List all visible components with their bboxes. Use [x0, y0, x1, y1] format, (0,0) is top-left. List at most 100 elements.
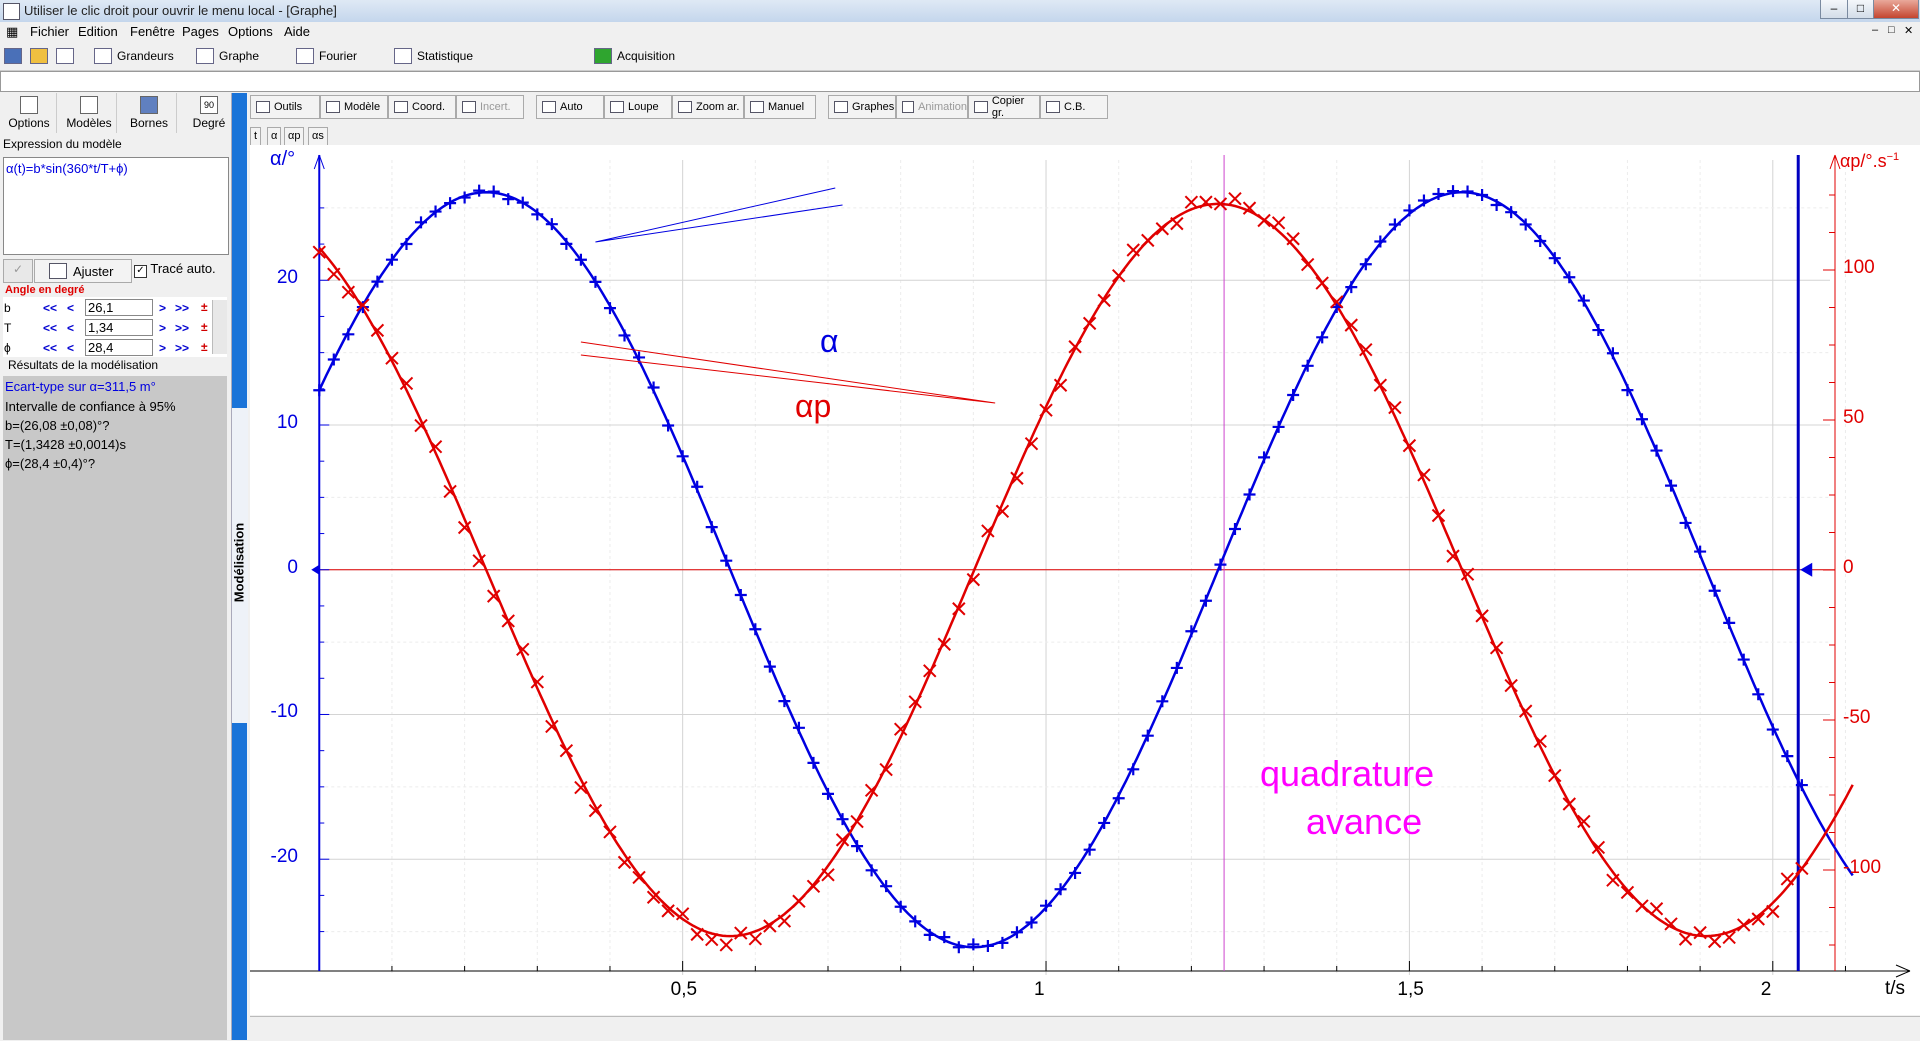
curve-tab-alphas[interactable]: αs	[308, 127, 328, 147]
close-button[interactable]: ✕	[1873, 0, 1919, 19]
mdi-close-button[interactable]: ✕	[1904, 24, 1913, 37]
graph-tool-manuel-button[interactable]: Manuel	[744, 95, 816, 119]
ajuster-button[interactable]: Ajuster	[34, 259, 132, 283]
title-bar: Utiliser le clic droit pour ouvrir le me…	[0, 0, 1920, 23]
tool-icon	[610, 101, 624, 113]
angle-unit-label: Angle en degré	[5, 284, 85, 296]
right-axis-tick-label: -50	[1843, 707, 1871, 728]
menu-fenetre[interactable]: Fenêtre	[130, 24, 175, 39]
param-pm-button[interactable]: ±	[201, 300, 208, 314]
param-first-button[interactable]: <<	[43, 321, 57, 335]
param-value-field[interactable]: 26,1	[85, 299, 153, 316]
left-axis-tick-label: 10	[276, 412, 298, 433]
menu-app-icon[interactable]: ▦	[6, 24, 18, 40]
graph-tool-animation-button[interactable]: Animation	[896, 95, 968, 119]
statistique-label: Statistique	[417, 49, 474, 63]
x-axis-tick-label: 2	[1760, 979, 1772, 1000]
window-title: Utiliser le clic droit pour ouvrir le me…	[24, 3, 337, 18]
command-input[interactable]	[0, 71, 1920, 92]
graph-tool-auto-button[interactable]: Auto	[536, 95, 604, 119]
menu-fichier[interactable]: Fichier	[30, 24, 69, 39]
grandeurs-button[interactable]: Grandeurs	[94, 45, 174, 67]
x-axis-tick-label: 0,5	[670, 979, 698, 1000]
tool-icon	[542, 101, 556, 113]
param-pm-button[interactable]: ±	[201, 340, 208, 354]
param-prev-button[interactable]: <	[67, 341, 74, 355]
expression-box[interactable]: α(t)=b*sin(360*t/T+ϕ)	[3, 157, 229, 255]
curve-tab-alpha[interactable]: α	[267, 127, 282, 147]
swap-button[interactable]	[56, 45, 79, 67]
mdi-minimize-button[interactable]: –	[1872, 24, 1878, 36]
trace-auto-checkbox[interactable]: ✓ Tracé auto.	[134, 261, 216, 278]
minimize-button[interactable]: –	[1820, 0, 1848, 19]
tool-icon	[462, 101, 476, 113]
graph-tool-incert-button[interactable]: Incert.	[456, 95, 524, 119]
degre-button[interactable]: 90 Degré	[182, 93, 236, 133]
checkmark-icon: ✓	[13, 262, 24, 276]
param-prev-button[interactable]: <	[67, 301, 74, 315]
left-axis-tick-label: 0	[287, 556, 298, 578]
param-next-button[interactable]: >	[159, 301, 166, 315]
x-axis-title: t/s	[1885, 978, 1906, 999]
open-button[interactable]	[30, 45, 53, 67]
param-prev-button[interactable]: <	[67, 321, 74, 335]
annotation-avance: avance	[1306, 801, 1423, 842]
param-last-button[interactable]: >>	[175, 321, 189, 335]
param-value-field[interactable]: 28,4	[85, 339, 153, 356]
param-last-button[interactable]: >>	[175, 301, 189, 315]
right-axis-title-exp: −1	[1886, 151, 1900, 163]
graph-horizontal-scrollbar[interactable]	[250, 1016, 1920, 1041]
acquisition-button[interactable]: Acquisition	[594, 45, 675, 67]
tool-label: Loupe	[628, 101, 659, 113]
save-button[interactable]	[4, 45, 27, 67]
tool-icon	[902, 101, 915, 113]
graph-tool-copiergr-button[interactable]: Copier gr.	[968, 95, 1040, 119]
graph-svg[interactable]	[250, 145, 1920, 1015]
tool-label: C.B.	[1064, 101, 1086, 113]
fourier-button[interactable]: Fourier	[296, 45, 357, 67]
graph-tool-zoomar-button[interactable]: Zoom ar.	[672, 95, 744, 119]
param-next-button[interactable]: >	[159, 321, 166, 335]
param-row-t: T << < 1,34 > >> ±	[3, 319, 227, 338]
table-icon	[94, 48, 112, 64]
param-last-button[interactable]: >>	[175, 341, 189, 355]
param-pm-button[interactable]: ±	[201, 320, 208, 334]
params-scrollbar[interactable]	[212, 300, 227, 354]
check-button[interactable]: ✓	[3, 259, 33, 283]
graph-tool-outils-button[interactable]: Outils	[250, 95, 320, 119]
menu-options[interactable]: Options	[228, 24, 273, 39]
graphe-label: Graphe	[219, 49, 260, 63]
bornes-button[interactable]: Bornes	[122, 93, 177, 133]
menu-pages[interactable]: Pages	[182, 24, 219, 39]
param-first-button[interactable]: <<	[43, 341, 57, 355]
menu-aide[interactable]: Aide	[284, 24, 310, 39]
param-row-phi: ϕ << < 28,4 > >> ±	[3, 339, 227, 357]
param-first-button[interactable]: <<	[43, 301, 57, 315]
graph-tool-graphes-button[interactable]: Graphes	[828, 95, 896, 119]
menu-edition[interactable]: Edition	[78, 24, 118, 39]
statistique-button[interactable]: Statistique	[394, 45, 473, 67]
modelisation-tab[interactable]: Modélisation	[229, 505, 249, 625]
x-axis-tick-label: 1	[1034, 979, 1045, 1000]
tool-icon	[394, 101, 408, 113]
graph-area[interactable]: α/° αp/°.s−1 t/s α αp quadrature avance …	[250, 145, 1920, 1015]
tool-label: Outils	[274, 101, 303, 113]
bornes-label: Bornes	[129, 116, 169, 130]
modeles-button[interactable]: Modèles	[62, 93, 117, 133]
graph-icon	[196, 48, 214, 64]
curve-tab-t[interactable]: t	[250, 127, 262, 147]
param-value-field[interactable]: 1,34	[85, 319, 153, 336]
tool-label: Modèle	[344, 101, 381, 113]
maximize-button[interactable]: □	[1847, 0, 1874, 19]
param-next-button[interactable]: >	[159, 341, 166, 355]
mdi-restore-button[interactable]: □	[1888, 24, 1895, 36]
graph-tool-coord-button[interactable]: Coord.	[388, 95, 456, 119]
graph-tool-cb-button[interactable]: C.B.	[1040, 95, 1108, 119]
splitter-segment	[232, 93, 247, 408]
curve-tab-alphap[interactable]: αp	[284, 127, 305, 147]
options-button[interactable]: Options	[2, 93, 57, 133]
graphe-button[interactable]: Graphe	[196, 45, 259, 67]
model-icon	[80, 96, 98, 114]
graph-tool-loupe-button[interactable]: Loupe	[604, 95, 672, 119]
graph-tool-modle-button[interactable]: Modèle	[320, 95, 388, 119]
